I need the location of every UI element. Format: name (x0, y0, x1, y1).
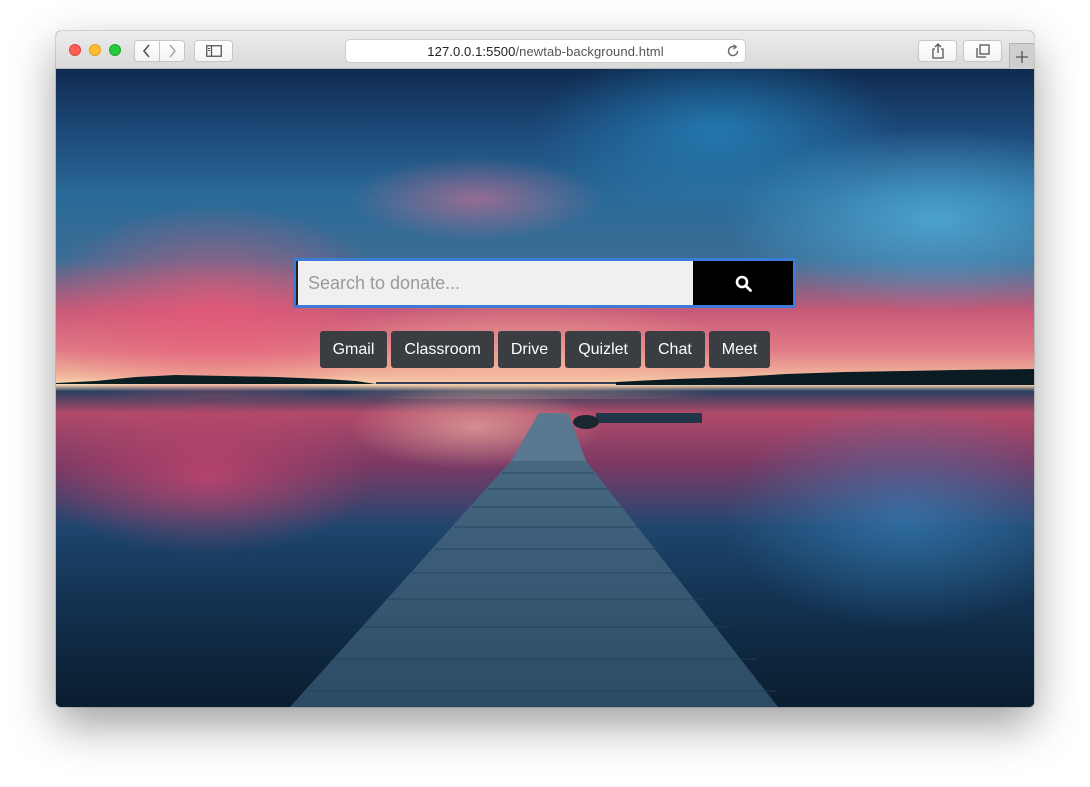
new-tab-button[interactable] (1009, 43, 1034, 69)
share-icon (931, 43, 944, 59)
forward-button[interactable] (159, 40, 185, 62)
tab-overview-button[interactable] (963, 40, 1002, 62)
plus-icon (1016, 50, 1028, 63)
quick-link-meet[interactable]: Meet (708, 331, 771, 368)
share-button[interactable] (918, 40, 957, 62)
quick-link-chat[interactable]: Chat (645, 331, 705, 368)
search-form (293, 258, 796, 308)
background-dock (290, 413, 778, 707)
page-viewport: Gmail Classroom Drive Quizlet Chat Meet (56, 69, 1034, 707)
quick-link-drive[interactable]: Drive (497, 331, 562, 368)
minimize-window-button[interactable] (89, 44, 101, 56)
url-path: /newtab-background.html (515, 44, 664, 59)
reload-button[interactable] (726, 44, 740, 63)
quick-link-quizlet[interactable]: Quizlet (565, 331, 641, 368)
search-input[interactable] (296, 261, 693, 305)
url-text: 127.0.0.1:5500/newtab-background.html (346, 44, 745, 59)
browser-window: 127.0.0.1:5500/newtab-background.html Se… (56, 31, 1034, 707)
title-bar: 127.0.0.1:5500/newtab-background.html (56, 31, 1034, 69)
address-bar[interactable]: 127.0.0.1:5500/newtab-background.html (345, 39, 746, 63)
close-window-button[interactable] (69, 44, 81, 56)
chevron-right-icon (169, 44, 177, 58)
quick-link-gmail[interactable]: Gmail (319, 331, 388, 368)
quick-link-classroom[interactable]: Classroom (391, 331, 494, 368)
reload-icon (727, 44, 739, 57)
zoom-window-button[interactable] (109, 44, 121, 56)
tabs-overview-icon (975, 44, 990, 58)
chevron-left-icon (142, 44, 150, 58)
url-host: 127.0.0.1:5500 (427, 44, 516, 59)
search-button[interactable] (693, 261, 793, 305)
sidebar-toggle-button[interactable] (194, 40, 233, 62)
search-icon (735, 275, 752, 292)
sidebar-icon (205, 45, 222, 57)
quick-links: Gmail Classroom Drive Quizlet Chat Meet (56, 331, 1034, 368)
back-button[interactable] (134, 40, 160, 62)
